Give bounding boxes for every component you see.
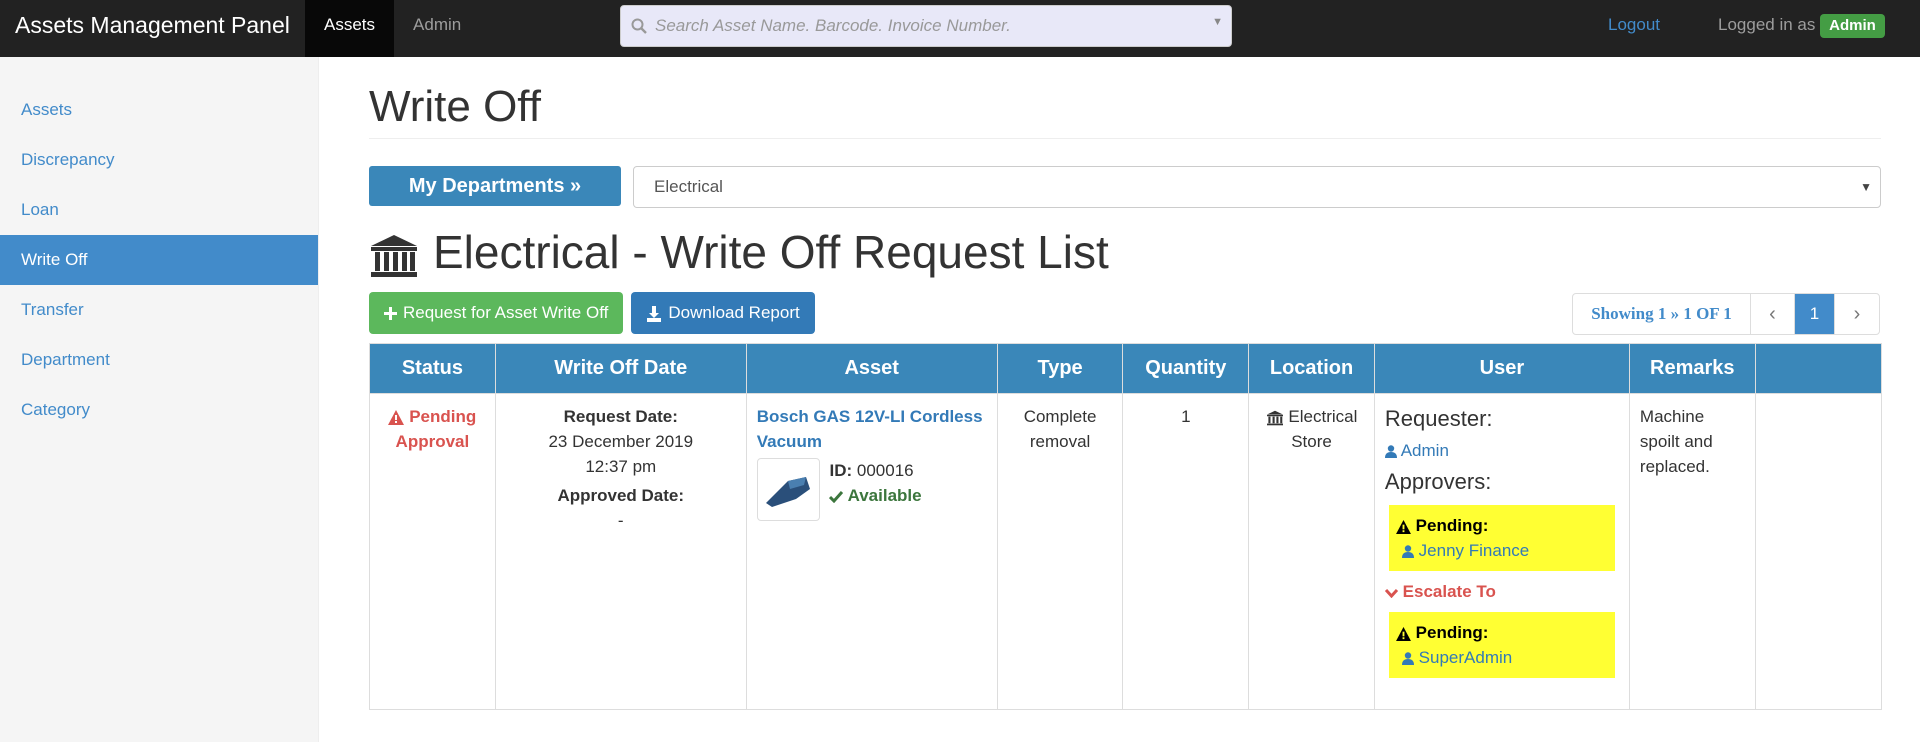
approver-pending-label: Pending:	[1415, 516, 1489, 535]
approver-name: Jenny Finance	[1418, 541, 1530, 560]
request-date: 23 December 2019	[548, 432, 694, 451]
page-current[interactable]: 1	[1795, 294, 1835, 334]
col-header-actions	[1754, 343, 1883, 394]
col-header-user: User	[1373, 343, 1630, 394]
sidebar-item-write-off[interactable]: Write Off	[0, 235, 318, 285]
page-title: Write Off	[369, 57, 1881, 139]
cell-remarks: Machine spoilt and replaced.	[1628, 393, 1756, 710]
cell-actions	[1754, 393, 1883, 710]
warning-icon	[388, 407, 405, 426]
user-icon	[1401, 541, 1414, 560]
sidebar-item-discrepancy[interactable]: Discrepancy	[0, 135, 318, 185]
cell-type: Complete removal	[996, 393, 1124, 710]
col-header-asset: Asset	[745, 343, 998, 394]
list-title: Electrical - Write Off Request List	[369, 222, 1109, 282]
col-header-quantity: Quantity	[1122, 343, 1250, 394]
download-report-label: Download Report	[668, 303, 800, 322]
logged-in-label: Logged in as	[1718, 15, 1816, 34]
requester-name: Admin	[1400, 441, 1449, 460]
cell-quantity: 1	[1122, 393, 1250, 710]
warning-icon	[1395, 516, 1411, 535]
col-header-remarks: Remarks	[1628, 343, 1756, 394]
requester-link[interactable]: Admin	[1384, 438, 1619, 463]
asset-name-link[interactable]: Bosch GAS 12V-LI Cordless Vacuum	[757, 404, 987, 454]
status-text: Pending Approval	[395, 407, 477, 451]
asset-status: Available	[847, 486, 922, 505]
cell-location: Electrical Store	[1248, 393, 1375, 710]
escalate-user-link[interactable]: SuperAdmin	[1396, 645, 1608, 670]
cell-write-off-date: Request Date: 23 December 2019 12:37 pm …	[494, 393, 747, 710]
main-content: Write Off My Departments » Electrical ▼ …	[369, 57, 1883, 710]
logged-in-info: Logged in as Admin	[1718, 0, 1885, 50]
approver-pending-box: Pending: Jenny Finance	[1388, 505, 1615, 571]
request-time: 12:37 pm	[585, 457, 657, 476]
location-text: Electrical Store	[1288, 407, 1358, 451]
chevron-left-icon[interactable]: ‹	[1751, 294, 1795, 334]
approved-date-label: Approved Date:	[557, 486, 685, 505]
app-title[interactable]: Assets Management Panel	[0, 0, 305, 57]
sidebar-item-loan[interactable]: Loan	[0, 185, 318, 235]
download-icon	[646, 292, 662, 334]
col-header-type: Type	[996, 343, 1124, 394]
search-placeholder: Search Asset Name. Barcode. Invoice Numb…	[655, 16, 1011, 35]
asset-id-label: ID:	[829, 461, 853, 480]
escalate-user-name: SuperAdmin	[1418, 648, 1513, 667]
select-caret-icon: ▼	[1860, 180, 1872, 194]
request-write-off-button[interactable]: Request for Asset Write Off	[369, 292, 624, 334]
approver-link[interactable]: Jenny Finance	[1396, 538, 1608, 563]
warning-icon	[1395, 623, 1411, 642]
department-select[interactable]: Electrical ▼	[633, 166, 1881, 208]
col-header-status: Status	[369, 343, 496, 394]
escalate-pending-label: Pending:	[1415, 623, 1489, 642]
plus-icon	[384, 292, 397, 334]
approved-date: -	[617, 511, 624, 530]
department-selected-value: Electrical	[654, 177, 723, 196]
request-date-label: Request Date:	[563, 407, 678, 426]
pagination: Showing 1 » 1 OF 1 ‹ 1 ›	[1572, 293, 1880, 335]
requester-label: Requester:	[1384, 406, 1493, 431]
nav-tab-assets[interactable]: Assets	[305, 0, 395, 57]
write-off-table: Status Write Off Date Asset Type Quantit…	[369, 343, 1883, 710]
my-departments-button[interactable]: My Departments »	[369, 166, 621, 206]
logout-link[interactable]: Logout	[1608, 0, 1660, 50]
search-dropdown-caret-icon[interactable]: ▼	[1212, 16, 1223, 28]
list-title-text: Electrical - Write Off Request List	[433, 226, 1109, 278]
check-icon	[829, 486, 844, 505]
search-input[interactable]: Search Asset Name. Barcode. Invoice Numb…	[620, 5, 1232, 47]
cell-user: Requester: Admin Approvers: Pending: Jen…	[1373, 393, 1630, 710]
chevron-right-icon[interactable]: ›	[1835, 294, 1879, 334]
sidebar-item-category[interactable]: Category	[0, 385, 318, 435]
user-badge: Admin	[1820, 14, 1885, 38]
user-icon	[1384, 441, 1397, 460]
asset-id: 000016	[856, 461, 914, 480]
download-report-button[interactable]: Download Report	[631, 292, 815, 334]
escalate-label: Escalate To	[1402, 582, 1496, 601]
approvers-label: Approvers:	[1384, 469, 1492, 494]
pagination-info: Showing 1 » 1 OF 1	[1573, 294, 1751, 334]
sidebar-item-department[interactable]: Department	[0, 335, 318, 385]
department-selector: My Departments » Electrical ▼	[369, 166, 1881, 208]
col-header-location: Location	[1248, 343, 1375, 394]
user-icon	[1401, 648, 1414, 667]
sidebar-item-assets[interactable]: Assets	[0, 85, 318, 135]
bank-icon	[1266, 407, 1284, 426]
sidebar: Assets Discrepancy Loan Write Off Transf…	[0, 57, 319, 742]
sidebar-item-transfer[interactable]: Transfer	[0, 285, 318, 335]
chevron-down-icon	[1384, 582, 1398, 601]
request-write-off-label: Request for Asset Write Off	[403, 303, 609, 322]
nav-tab-admin[interactable]: Admin	[394, 0, 480, 57]
bank-icon	[369, 222, 419, 282]
action-buttons: Request for Asset Write Off Download Rep…	[369, 292, 815, 334]
cell-asset: Bosch GAS 12V-LI Cordless Vacuum ID: 000…	[745, 393, 998, 710]
col-header-write-off-date: Write Off Date	[494, 343, 747, 394]
cell-status: Pending Approval	[369, 393, 496, 710]
asset-thumbnail[interactable]	[756, 458, 820, 521]
escalate-pending-box: Pending: SuperAdmin	[1388, 612, 1615, 678]
table-header-row: Status Write Off Date Asset Type Quantit…	[369, 343, 1883, 394]
search-icon	[631, 17, 647, 35]
table-row: Pending Approval Request Date: 23 Decemb…	[369, 393, 1883, 710]
escalate-toggle[interactable]: Escalate To	[1384, 579, 1619, 604]
